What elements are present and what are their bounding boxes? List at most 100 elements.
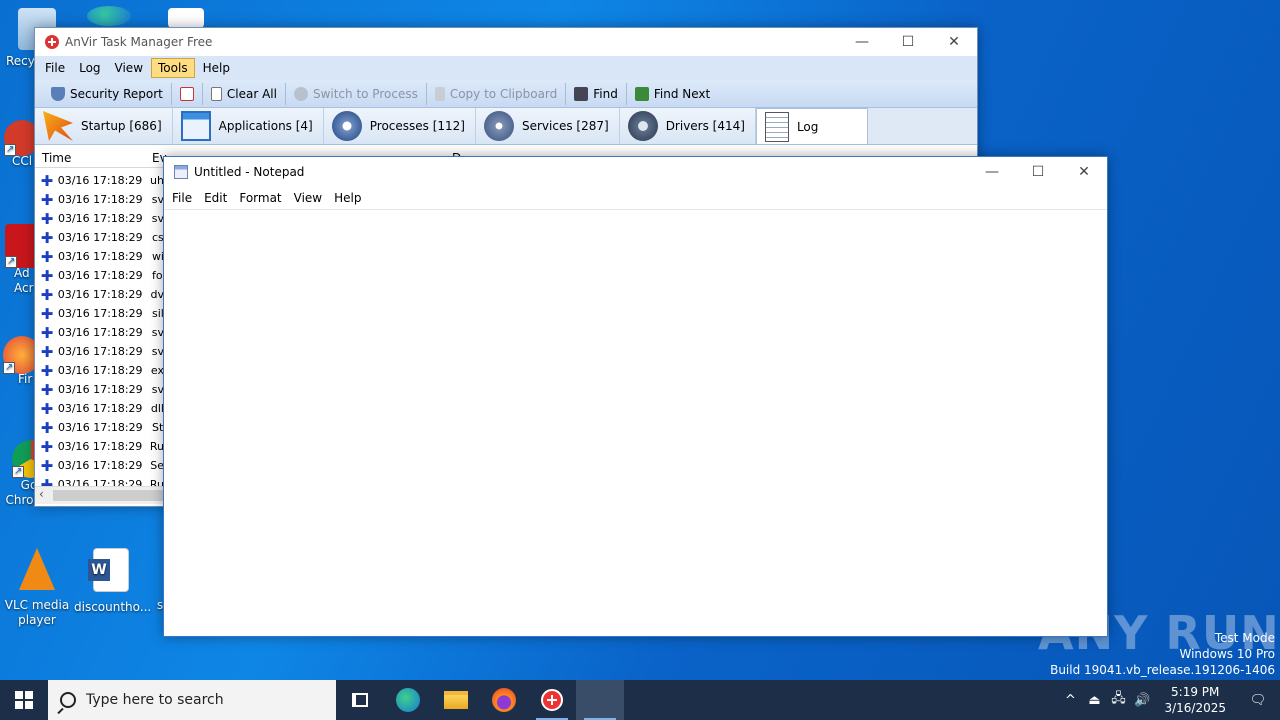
notepad-text-area[interactable] xyxy=(164,209,1107,636)
notification-icon[interactable]: 🗨 xyxy=(1236,693,1280,708)
horizontal-scrollbar[interactable]: ‹ xyxy=(35,486,164,504)
gears-icon xyxy=(293,86,308,101)
log-row[interactable]: ✚ 03/16 17:18:29 sv xyxy=(35,209,164,228)
log-time: 03/16 17:18:29 xyxy=(58,269,143,282)
menu-file[interactable]: File xyxy=(166,191,198,205)
menu-log[interactable]: Log xyxy=(73,59,106,77)
log-time: 03/16 17:18:29 xyxy=(57,212,143,225)
maximize-button[interactable]: ☐ xyxy=(885,27,931,57)
taskbar-anvir[interactable] xyxy=(528,680,576,720)
taskbar-file-explorer[interactable] xyxy=(432,680,480,720)
menu-file[interactable]: File xyxy=(39,59,71,77)
log-row[interactable]: ✚ 03/16 17:18:29 sil xyxy=(35,304,164,323)
scroll-left-icon[interactable]: ‹ xyxy=(39,487,44,501)
maximize-button[interactable]: ☐ xyxy=(1015,157,1061,187)
checklist-icon xyxy=(179,86,194,101)
menu-help[interactable]: Help xyxy=(197,59,236,77)
log-notepad-icon xyxy=(764,111,789,142)
clear-all-label: Clear All xyxy=(226,86,277,101)
shortcut-arrow-icon xyxy=(12,464,24,479)
log-row[interactable]: ✚ 03/16 17:18:29 St xyxy=(35,418,164,437)
menu-tools[interactable]: Tools xyxy=(151,58,195,78)
menu-view[interactable]: View xyxy=(288,191,328,205)
os-watermark: Test Mode Windows 10 Pro Build 19041.vb_… xyxy=(1050,630,1275,678)
volume-icon[interactable]: 🔊 xyxy=(1130,693,1154,708)
clipboard-icon xyxy=(434,86,445,101)
log-time: 03/16 17:18:29 xyxy=(57,326,143,339)
log-row[interactable]: ✚ 03/16 17:18:29 Se xyxy=(35,456,164,475)
binoculars-icon xyxy=(574,86,589,101)
network-icon[interactable]: 🖧 xyxy=(1106,689,1130,711)
tab-startup[interactable]: Startup [686] xyxy=(35,108,173,144)
log-row[interactable]: ✚ 03/16 17:18:29 uh xyxy=(35,171,164,190)
menu-format[interactable]: Format xyxy=(233,191,287,205)
taskbar-notepad[interactable] xyxy=(576,680,624,720)
log-row[interactable]: ✚ 03/16 17:18:29 sv xyxy=(35,190,164,209)
log-row[interactable]: ✚ 03/16 17:18:29 sv xyxy=(35,342,164,361)
tab-services[interactable]: Services [287] xyxy=(476,108,620,144)
switch-to-process-button[interactable]: Switch to Process xyxy=(286,82,427,105)
close-button[interactable]: ✕ xyxy=(931,27,977,57)
log-row[interactable]: ✚ 03/16 17:18:29 Ru xyxy=(35,475,164,487)
notepad-titlebar[interactable]: Untitled - Notepad — ☐ ✕ xyxy=(164,157,1107,187)
log-row[interactable]: ✚ 03/16 17:18:29 dv xyxy=(35,285,164,304)
find-next-button[interactable]: Find Next xyxy=(627,83,718,105)
log-row[interactable]: ✚ 03/16 17:18:29 dll xyxy=(35,399,164,418)
copy-to-clipboard-label: Copy to Clipboard xyxy=(449,86,558,101)
clock-date: 3/16/2025 xyxy=(1164,701,1226,715)
anvir-titlebar[interactable]: AnVir Task Manager Free — ☐ ✕ xyxy=(35,28,977,56)
plus-icon: ✚ xyxy=(40,228,54,247)
taskbar-search-box[interactable]: Type here to search xyxy=(48,680,336,720)
taskbar-firefox[interactable] xyxy=(480,680,528,720)
copy-to-clipboard-button[interactable]: Copy to Clipboard xyxy=(427,82,567,105)
log-row[interactable]: ✚ 03/16 17:18:29 sv xyxy=(35,323,164,342)
desktop-icon-vlc[interactable]: VLC media player xyxy=(0,548,74,628)
desktop-icon-word-doc[interactable]: W discountho... xyxy=(74,548,151,615)
usb-device-icon[interactable]: ⏏ xyxy=(1082,693,1106,708)
log-row[interactable]: ✚ 03/16 17:18:29 sv xyxy=(35,380,164,399)
taskbar-clock[interactable]: 5:19 PM 3/16/2025 xyxy=(1154,684,1236,716)
clear-all-button[interactable]: Clear All xyxy=(203,82,286,105)
checklist-button[interactable] xyxy=(172,82,203,105)
clock-time: 5:19 PM xyxy=(1171,685,1220,699)
log-row[interactable]: ✚ 03/16 17:18:29 fo xyxy=(35,266,164,285)
minimize-button[interactable]: — xyxy=(969,157,1015,187)
chevron-up-icon[interactable]: ^ xyxy=(1058,693,1082,708)
log-event: fo xyxy=(152,269,163,282)
notepad-menubar: File Edit Format View Help xyxy=(164,187,1107,209)
plus-icon: ✚ xyxy=(40,380,54,399)
security-report-button[interactable]: Security Report xyxy=(43,82,172,105)
log-time: 03/16 17:18:29 xyxy=(57,174,143,187)
menu-help[interactable]: Help xyxy=(328,191,367,205)
find-next-icon xyxy=(634,86,649,101)
tab-log[interactable]: Log xyxy=(755,108,868,144)
log-row[interactable]: ✚ 03/16 17:18:29 Ru xyxy=(35,437,164,456)
shortcut-arrow-icon xyxy=(5,254,17,269)
tab-applications[interactable]: Applications [4] xyxy=(172,108,324,144)
tab-label: Log xyxy=(796,119,819,134)
menu-edit[interactable]: Edit xyxy=(198,191,233,205)
menu-view[interactable]: View xyxy=(109,59,149,77)
task-view-button[interactable] xyxy=(336,680,384,720)
vlc-cone-icon xyxy=(19,548,55,590)
find-next-label: Find Next xyxy=(653,86,711,101)
column-time[interactable]: Time xyxy=(35,151,145,165)
taskbar-edge[interactable] xyxy=(384,680,432,720)
minimize-button[interactable]: — xyxy=(839,27,885,57)
log-list[interactable]: ✚ 03/16 17:18:29 uh ✚ 03/16 17:18:29 sv ✚ 03/16… xyxy=(35,171,164,487)
start-button[interactable] xyxy=(0,680,48,720)
log-row[interactable]: ✚ 03/16 17:18:29 wi xyxy=(35,247,164,266)
log-row[interactable]: ✚ 03/16 17:18:29 ex xyxy=(35,361,164,380)
tab-processes[interactable]: Processes [112] xyxy=(323,108,476,144)
scrollbar-thumb[interactable] xyxy=(53,490,163,501)
task-view-icon xyxy=(352,693,368,707)
find-button[interactable]: Find xyxy=(566,82,627,105)
close-button[interactable]: ✕ xyxy=(1061,157,1107,187)
plus-icon: ✚ xyxy=(40,209,54,228)
tab-drivers[interactable]: Drivers [414] xyxy=(619,108,756,144)
desktop-icon-label: Ad Acr xyxy=(14,266,34,295)
log-row[interactable]: ✚ 03/16 17:18:29 cs xyxy=(35,228,164,247)
build-text: Build 19041.vb_release.191206-1406 xyxy=(1050,663,1275,677)
edge-icon xyxy=(87,6,131,26)
log-time: 03/16 17:18:29 xyxy=(57,345,143,358)
